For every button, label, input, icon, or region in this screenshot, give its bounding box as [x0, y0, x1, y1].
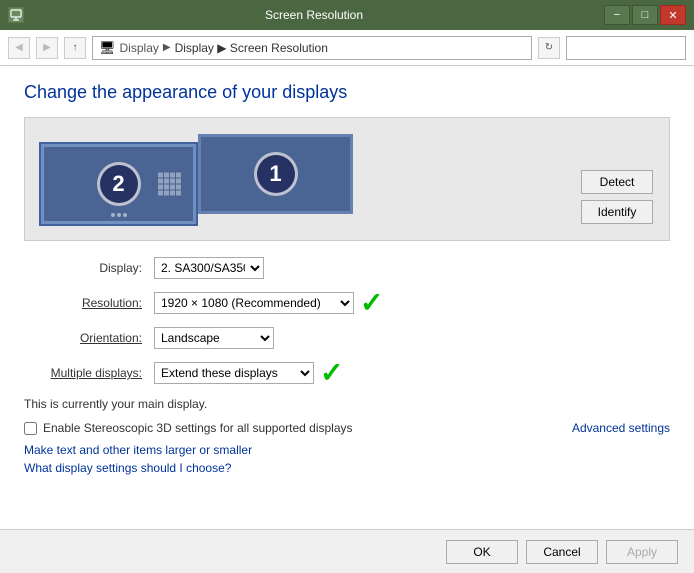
resolution-label: Resolution:	[24, 296, 154, 310]
resolution-select[interactable]: 1920 × 1080 (Recommended)	[154, 292, 354, 314]
main-content: Change the appearance of your displays 2	[0, 66, 694, 573]
window-controls: − □ ✕	[604, 5, 686, 25]
window-title: Screen Resolution	[24, 8, 604, 22]
page-heading: Change the appearance of your displays	[24, 82, 670, 103]
monitor-2-circle: 2	[97, 162, 141, 206]
address-bar: ◀ ▶ ↑ 🖥 Display ▶ Display ▶ Screen Resol…	[0, 30, 694, 66]
display-select[interactable]: 2. SA300/SA350	[154, 257, 264, 279]
cancel-button[interactable]: Cancel	[526, 540, 598, 564]
multiple-checkmark: ✓	[320, 359, 343, 387]
bottom-bar: OK Cancel Apply	[0, 529, 694, 573]
display-settings-link[interactable]: What display settings should I choose?	[24, 461, 670, 475]
refresh-button[interactable]: ↻	[538, 37, 560, 59]
monitor-2-grid	[158, 173, 181, 196]
forward-button[interactable]: ▶	[36, 37, 58, 59]
stereoscopic-label: Enable Stereoscopic 3D settings for all …	[43, 421, 353, 435]
up-button[interactable]: ↑	[64, 37, 86, 59]
preview-buttons: Detect Identify	[565, 170, 653, 224]
settings-form: Display: 2. SA300/SA350 Resolution: 1920…	[24, 257, 670, 387]
orientation-select[interactable]: Landscape Portrait Landscape (flipped) P…	[154, 327, 274, 349]
orientation-label: Orientation:	[24, 331, 154, 345]
multiple-displays-row: Multiple displays: Extend these displays…	[24, 359, 670, 387]
maximize-button[interactable]: □	[632, 5, 658, 25]
title-bar: Screen Resolution − □ ✕	[0, 0, 694, 30]
minimize-button[interactable]: −	[604, 5, 630, 25]
ok-button[interactable]: OK	[446, 540, 518, 564]
identify-button[interactable]: Identify	[581, 200, 653, 224]
main-display-text: This is currently your main display.	[24, 397, 670, 411]
stereoscopic-checkbox[interactable]	[24, 422, 37, 435]
display-preview-container: 2 1 Detect Identify	[24, 117, 670, 241]
address-path: Display ▶ Screen Resolution	[175, 41, 328, 55]
search-input[interactable]	[566, 36, 686, 60]
multiple-label: Multiple displays:	[24, 366, 154, 380]
display-preview-inner: 2 1	[41, 134, 565, 224]
back-button[interactable]: ◀	[8, 37, 30, 59]
monitor-2[interactable]: 2	[41, 144, 196, 224]
resolution-row: Resolution: 1920 × 1080 (Recommended) ✓	[24, 289, 670, 317]
monitor-2-dots	[111, 213, 127, 217]
apply-button[interactable]: Apply	[606, 540, 678, 564]
orientation-row: Orientation: Landscape Portrait Landscap…	[24, 327, 670, 349]
monitor-1[interactable]: 1	[198, 134, 353, 214]
stereoscopic-row: Enable Stereoscopic 3D settings for all …	[24, 421, 670, 435]
close-button[interactable]: ✕	[660, 5, 686, 25]
display-row: Display: 2. SA300/SA350	[24, 257, 670, 279]
resolution-checkmark: ✓	[360, 289, 383, 317]
text-size-link[interactable]: Make text and other items larger or smal…	[24, 443, 670, 457]
address-monitor-icon: 🖥	[99, 40, 116, 56]
detect-button[interactable]: Detect	[581, 170, 653, 194]
display-label: Display:	[24, 261, 154, 275]
multiple-select[interactable]: Extend these displays Duplicate these di…	[154, 362, 314, 384]
advanced-settings-link[interactable]: Advanced settings	[572, 421, 670, 435]
monitor-1-circle: 1	[254, 152, 298, 196]
app-icon	[8, 7, 24, 23]
